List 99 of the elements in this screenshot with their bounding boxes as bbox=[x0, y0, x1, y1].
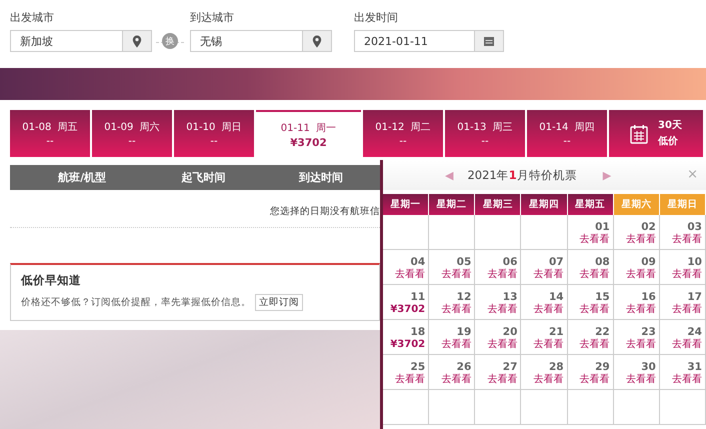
view-link[interactable]: 去看看 bbox=[429, 338, 472, 351]
day-number: 09 bbox=[640, 256, 656, 268]
day-number: 24 bbox=[686, 326, 702, 338]
column-header: 航班/机型 bbox=[57, 170, 108, 185]
view-link[interactable]: 去看看 bbox=[521, 303, 564, 316]
view-link[interactable]: 去看看 bbox=[568, 373, 610, 386]
panel-title: 低价早知道 bbox=[21, 273, 82, 288]
day-number: 11 bbox=[410, 291, 426, 303]
day-number: 19 bbox=[456, 326, 472, 338]
day-number: 16 bbox=[640, 291, 656, 303]
view-link[interactable]: 去看看 bbox=[475, 268, 518, 281]
day-number: 15 bbox=[594, 291, 610, 303]
location-button[interactable] bbox=[302, 30, 332, 52]
view-link[interactable]: 去看看 bbox=[614, 303, 656, 316]
view-link[interactable]: 去看看 bbox=[660, 338, 702, 351]
city-field[interactable]: 无锡 bbox=[190, 30, 302, 52]
day-number: 10 bbox=[686, 256, 702, 268]
tab-label: 低价 bbox=[658, 134, 680, 148]
view-link[interactable]: 去看看 bbox=[521, 268, 564, 281]
view-link[interactable]: 去看看 bbox=[521, 373, 564, 386]
calendar-icon bbox=[483, 35, 495, 47]
day-number: 31 bbox=[686, 361, 702, 373]
view-link[interactable]: 去看看 bbox=[660, 303, 702, 316]
date-tab[interactable]: 01-14 周四 -- bbox=[527, 110, 607, 157]
day-number: 14 bbox=[548, 291, 564, 303]
empty-message: 您选择的日期没有航班信 bbox=[270, 205, 380, 217]
field-label: 出发城市 bbox=[10, 10, 55, 25]
view-link[interactable]: 去看看 bbox=[521, 338, 564, 351]
calendar-title: 2021年1月特价机票 bbox=[467, 168, 577, 182]
view-link[interactable]: 去看看 bbox=[614, 233, 656, 246]
view-link[interactable]: 去看看 bbox=[614, 268, 656, 281]
date-tab[interactable]: 01-13 周三 -- bbox=[445, 110, 525, 157]
view-link[interactable]: 去看看 bbox=[614, 373, 656, 386]
view-link[interactable]: 去看看 bbox=[660, 373, 702, 386]
price-link[interactable]: ¥3702 bbox=[383, 338, 426, 351]
day-number: 28 bbox=[548, 361, 564, 373]
price-link[interactable]: ¥3702 bbox=[383, 303, 426, 316]
date-tab[interactable]: 01-09 周六 -- bbox=[92, 110, 172, 157]
view-link[interactable]: 去看看 bbox=[660, 268, 702, 281]
view-link[interactable]: 去看看 bbox=[383, 268, 426, 281]
calendar-icon bbox=[630, 124, 648, 144]
location-pin-icon bbox=[132, 34, 142, 48]
day-number: 08 bbox=[594, 256, 610, 268]
city-field[interactable]: 新加坡 bbox=[10, 30, 122, 52]
day-number: 02 bbox=[640, 221, 656, 233]
view-link[interactable]: 去看看 bbox=[475, 303, 518, 316]
calendar-button[interactable] bbox=[474, 30, 504, 52]
view-link[interactable]: 去看看 bbox=[429, 373, 472, 386]
date-tab[interactable]: 01-10 周日 -- bbox=[174, 110, 254, 157]
day-number: 06 bbox=[502, 256, 518, 268]
day-number: 23 bbox=[640, 326, 656, 338]
view-link[interactable]: 去看看 bbox=[568, 338, 610, 351]
day-number: 27 bbox=[502, 361, 518, 373]
weekday-header: 星期三 bbox=[475, 194, 522, 215]
field-label: 出发时间 bbox=[354, 10, 399, 25]
column-header: 到达时间 bbox=[298, 170, 344, 185]
column-header: 起飞时间 bbox=[180, 170, 226, 185]
weekday-header: 星期二 bbox=[429, 194, 476, 215]
view-link[interactable]: 去看看 bbox=[475, 373, 518, 386]
day-number: 18 bbox=[410, 326, 426, 338]
day-number: 26 bbox=[456, 361, 472, 373]
tab-label: 30天 bbox=[658, 118, 682, 132]
weekday-header: 星期六 bbox=[614, 194, 660, 215]
view-link[interactable]: 去看看 bbox=[568, 303, 610, 316]
subscribe-button[interactable]: 立即订阅 bbox=[255, 294, 303, 311]
day-number: 17 bbox=[686, 291, 702, 303]
weekday-header: 星期四 bbox=[521, 194, 568, 215]
location-button[interactable] bbox=[122, 30, 152, 52]
day-number: 21 bbox=[548, 326, 564, 338]
panel-text: 价格还不够低？订阅低价提醒，率先掌握低价信息。 bbox=[21, 296, 251, 309]
view-link[interactable]: 去看看 bbox=[568, 233, 610, 246]
weekday-header: 星期一 bbox=[383, 194, 430, 215]
day-number: 13 bbox=[502, 291, 518, 303]
date-field[interactable]: 2021-01-11 bbox=[354, 30, 474, 52]
day-number: 03 bbox=[686, 221, 702, 233]
view-link[interactable]: 去看看 bbox=[475, 338, 518, 351]
day-number: 25 bbox=[410, 361, 426, 373]
low-price-calendar-tab[interactable]: 30天 低价 bbox=[609, 110, 703, 157]
field-label: 到达城市 bbox=[190, 10, 235, 25]
day-number: 29 bbox=[594, 361, 610, 373]
day-number: 05 bbox=[456, 256, 472, 268]
day-number: 22 bbox=[594, 326, 610, 338]
weekday-header: 星期日 bbox=[660, 194, 706, 215]
weekday-header: 星期五 bbox=[568, 194, 614, 215]
day-number: 01 bbox=[594, 221, 610, 233]
view-link[interactable]: 去看看 bbox=[614, 338, 656, 351]
view-link[interactable]: 去看看 bbox=[568, 268, 610, 281]
day-number: 04 bbox=[410, 256, 426, 268]
day-number: 07 bbox=[548, 256, 564, 268]
day-number: 20 bbox=[502, 326, 518, 338]
date-tab[interactable]: 01-08 周五 -- bbox=[10, 110, 90, 157]
view-link[interactable]: 去看看 bbox=[429, 268, 472, 281]
day-number: 30 bbox=[640, 361, 656, 373]
day-number: 12 bbox=[456, 291, 472, 303]
location-pin-icon bbox=[312, 34, 322, 48]
view-link[interactable]: 去看看 bbox=[429, 303, 472, 316]
date-tab[interactable]: 01-12 周二 -- bbox=[363, 110, 443, 157]
view-link[interactable]: 去看看 bbox=[383, 373, 426, 386]
view-link[interactable]: 去看看 bbox=[660, 233, 702, 246]
